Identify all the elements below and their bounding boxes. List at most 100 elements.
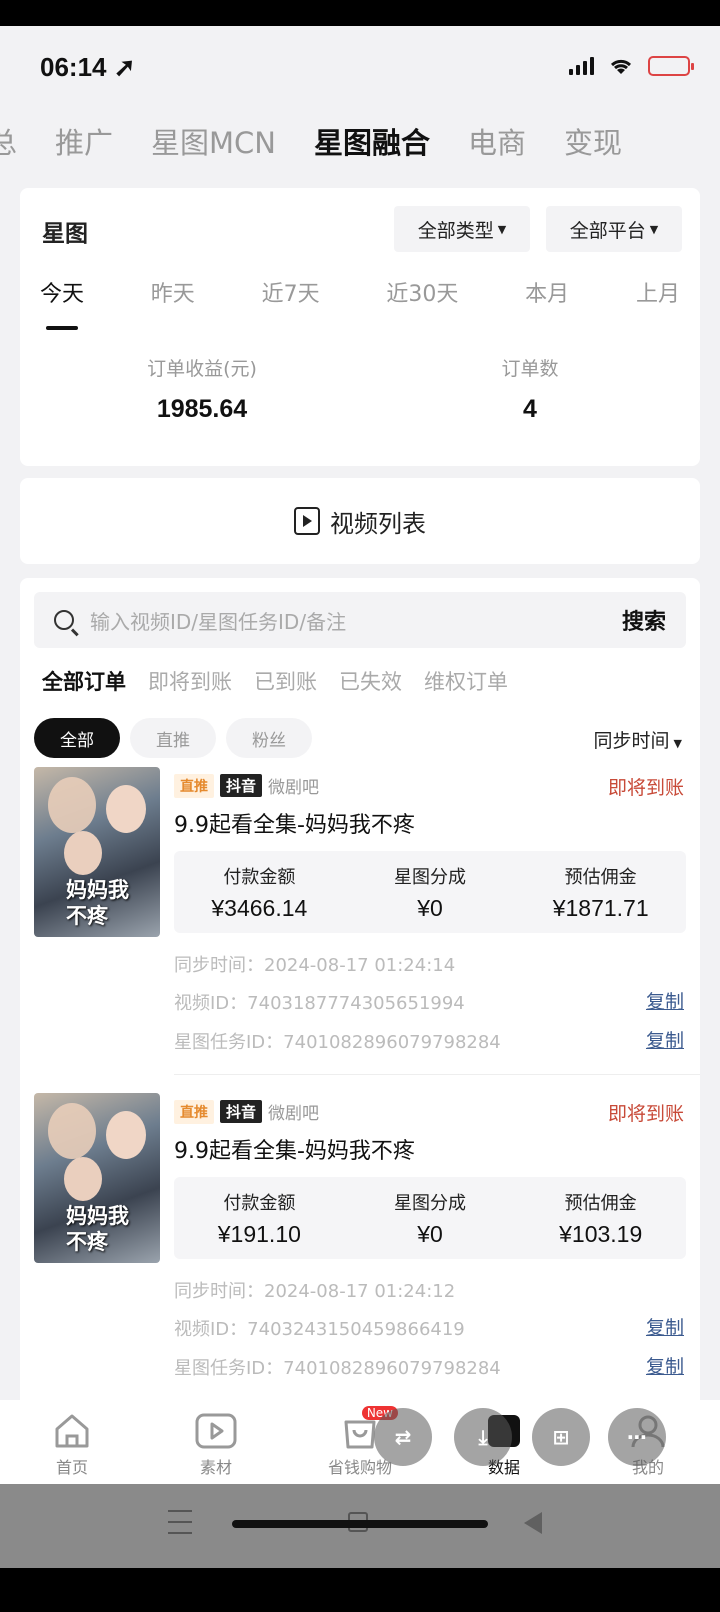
date-tab-today[interactable]: 今天	[40, 276, 84, 330]
date-tabs: 今天 昨天 近7天 近30天 本月 上月	[20, 276, 700, 330]
date-tab-this-month[interactable]: 本月	[525, 276, 569, 330]
amount-label: 预估佣金	[564, 867, 637, 888]
estimated-commission: ¥1871.71	[552, 895, 649, 921]
order-amounts: 付款金额 ¥3466.14 星图分成 ¥0 预估佣金 ¥1871.71	[174, 851, 686, 933]
metric-order-count: 订单数 4	[410, 354, 650, 424]
tag-direct: 直推	[174, 773, 214, 798]
chip-all[interactable]: 全部	[34, 718, 120, 758]
screen-bottom-bezel	[0, 1568, 720, 1612]
order-title: 9.9起看全集-妈妈我不疼	[174, 813, 415, 838]
copy-video-id-link[interactable]: 复制	[646, 987, 684, 1014]
download-icon[interactable]: ⤓	[454, 1408, 512, 1466]
date-tab-30days[interactable]: 近30天	[386, 276, 458, 330]
top-tab-monetize[interactable]: 变现	[564, 120, 622, 162]
type-filter-dropdown[interactable]: 全部类型 ▼	[394, 206, 530, 252]
home-indicator[interactable]	[232, 1520, 488, 1528]
back-icon[interactable]	[524, 1512, 542, 1534]
order-title: 9.9起看全集-妈妈我不疼	[174, 1139, 415, 1164]
filter-chips: 全部 直推 粉丝	[34, 718, 312, 758]
status-tab-pending[interactable]: 即将到账	[148, 666, 232, 696]
top-tab-ecommerce[interactable]: 电商	[468, 120, 526, 162]
status-tab-dispute[interactable]: 维权订单	[424, 666, 508, 696]
tag-platform: 抖音	[220, 774, 263, 797]
task-id: 星图任务ID：7401082896079798284	[174, 1032, 501, 1053]
metric-order-income: 订单收益(元) 1985.64	[82, 354, 322, 424]
date-tab-yesterday[interactable]: 昨天	[151, 276, 195, 330]
xingtu-share: ¥0	[417, 1221, 443, 1247]
estimated-commission: ¥103.19	[559, 1221, 643, 1247]
wifi-icon	[610, 59, 632, 74]
xingtu-share: ¥0	[417, 895, 443, 921]
menu-icon[interactable]	[168, 1510, 192, 1534]
order-source: 微剧吧	[268, 1104, 320, 1124]
sync-time: 同步时间：2024-08-17 01:24:14	[174, 955, 456, 976]
copy-video-id-link[interactable]: 复制	[646, 1313, 684, 1340]
payment-amount: ¥191.10	[217, 1221, 301, 1247]
order-tags: 直推 抖音 微剧吧	[174, 773, 319, 798]
summary-title: 星图	[42, 221, 88, 247]
top-tabs: 总 推广 星图MCN 星图融合 电商 变现	[0, 106, 720, 176]
divider	[174, 1074, 700, 1075]
top-tab-xingtu-fusion[interactable]: 星图融合	[314, 120, 430, 162]
amount-label: 星图分成	[394, 867, 466, 888]
caret-down-icon: ▼	[673, 737, 682, 750]
orders-panel: 输入视频ID/星图任务ID/备注 搜索 全部订单 即将到账 已到账 已失效 维权…	[20, 578, 700, 1438]
status-time: 06:14 ➚	[40, 52, 136, 82]
task-id: 星图任务ID：7401082896079798284	[174, 1358, 501, 1379]
type-filter-label: 全部类型	[417, 219, 494, 242]
sort-dropdown[interactable]: 同步时间 ▼	[594, 726, 682, 753]
status-tab-expired[interactable]: 已失效	[339, 666, 402, 696]
chip-fans[interactable]: 粉丝	[226, 718, 312, 758]
video-thumbnail[interactable]: 妈妈我不疼	[34, 1093, 160, 1263]
platform-filter-label: 全部平台	[569, 219, 646, 242]
order-status: 即将到账	[607, 777, 684, 799]
search-icon	[54, 610, 74, 630]
copy-task-id-link[interactable]: 复制	[646, 1352, 684, 1379]
screen-top-bezel	[0, 0, 720, 26]
amount-label: 星图分成	[394, 1193, 466, 1214]
date-tab-7days[interactable]: 近7天	[262, 276, 320, 330]
top-tab-promotion[interactable]: 推广	[55, 120, 113, 162]
translate-icon[interactable]: ⇄	[374, 1408, 432, 1466]
order-status: 即将到账	[607, 1103, 684, 1125]
more-icon[interactable]: ⋯	[608, 1408, 666, 1466]
top-tab-0[interactable]: 总	[0, 120, 17, 162]
system-nav-bar	[0, 1484, 720, 1568]
video-id: 视频ID：7403187774305651994	[174, 993, 465, 1014]
platform-filter-dropdown[interactable]: 全部平台 ▼	[546, 206, 682, 252]
tag-direct: 直推	[174, 1099, 214, 1124]
video-list-icon	[294, 507, 320, 535]
payment-amount: ¥3466.14	[211, 895, 308, 921]
tag-platform: 抖音	[220, 1100, 263, 1123]
caret-down-icon: ▼	[497, 222, 507, 236]
grid-icon[interactable]: ⊞	[532, 1408, 590, 1466]
caret-down-icon: ▼	[649, 222, 659, 236]
thumbnail-title: 妈妈我不疼	[66, 1203, 129, 1254]
signal-icon	[569, 57, 594, 75]
metric-label: 订单收益(元)	[147, 358, 257, 380]
top-tab-xingtu-mcn[interactable]: 星图MCN	[151, 120, 276, 162]
copy-task-id-link[interactable]: 复制	[646, 1026, 684, 1053]
amount-label: 付款金额	[223, 867, 296, 888]
order-tags: 直推 抖音 微剧吧	[174, 1099, 319, 1124]
status-bar: 06:14 ➚	[0, 26, 720, 106]
video-thumbnail[interactable]: 妈妈我不疼	[34, 767, 160, 937]
video-list-button[interactable]: 视频列表	[20, 478, 700, 564]
date-tab-last-month[interactable]: 上月	[636, 276, 680, 330]
metric-value: 1985.64	[156, 395, 248, 423]
video-list-label: 视频列表	[330, 509, 426, 538]
metric-label: 订单数	[501, 358, 559, 380]
status-tab-all[interactable]: 全部订单	[42, 666, 126, 696]
status-tab-received[interactable]: 已到账	[254, 666, 317, 696]
metric-value: 4	[523, 395, 537, 423]
search-input[interactable]: 输入视频ID/星图任务ID/备注	[90, 606, 622, 635]
thumbnail-title: 妈妈我不疼	[66, 877, 129, 928]
sort-label: 同步时间	[593, 730, 670, 752]
order-status-tabs: 全部订单 即将到账 已到账 已失效 维权订单	[42, 666, 508, 696]
order-source: 微剧吧	[268, 778, 320, 798]
status-icons	[569, 56, 694, 76]
search-button[interactable]: 搜索	[622, 604, 666, 636]
chip-direct[interactable]: 直推	[130, 718, 216, 758]
search-bar[interactable]: 输入视频ID/星图任务ID/备注 搜索	[34, 592, 686, 648]
sync-time: 同步时间：2024-08-17 01:24:12	[174, 1281, 456, 1302]
